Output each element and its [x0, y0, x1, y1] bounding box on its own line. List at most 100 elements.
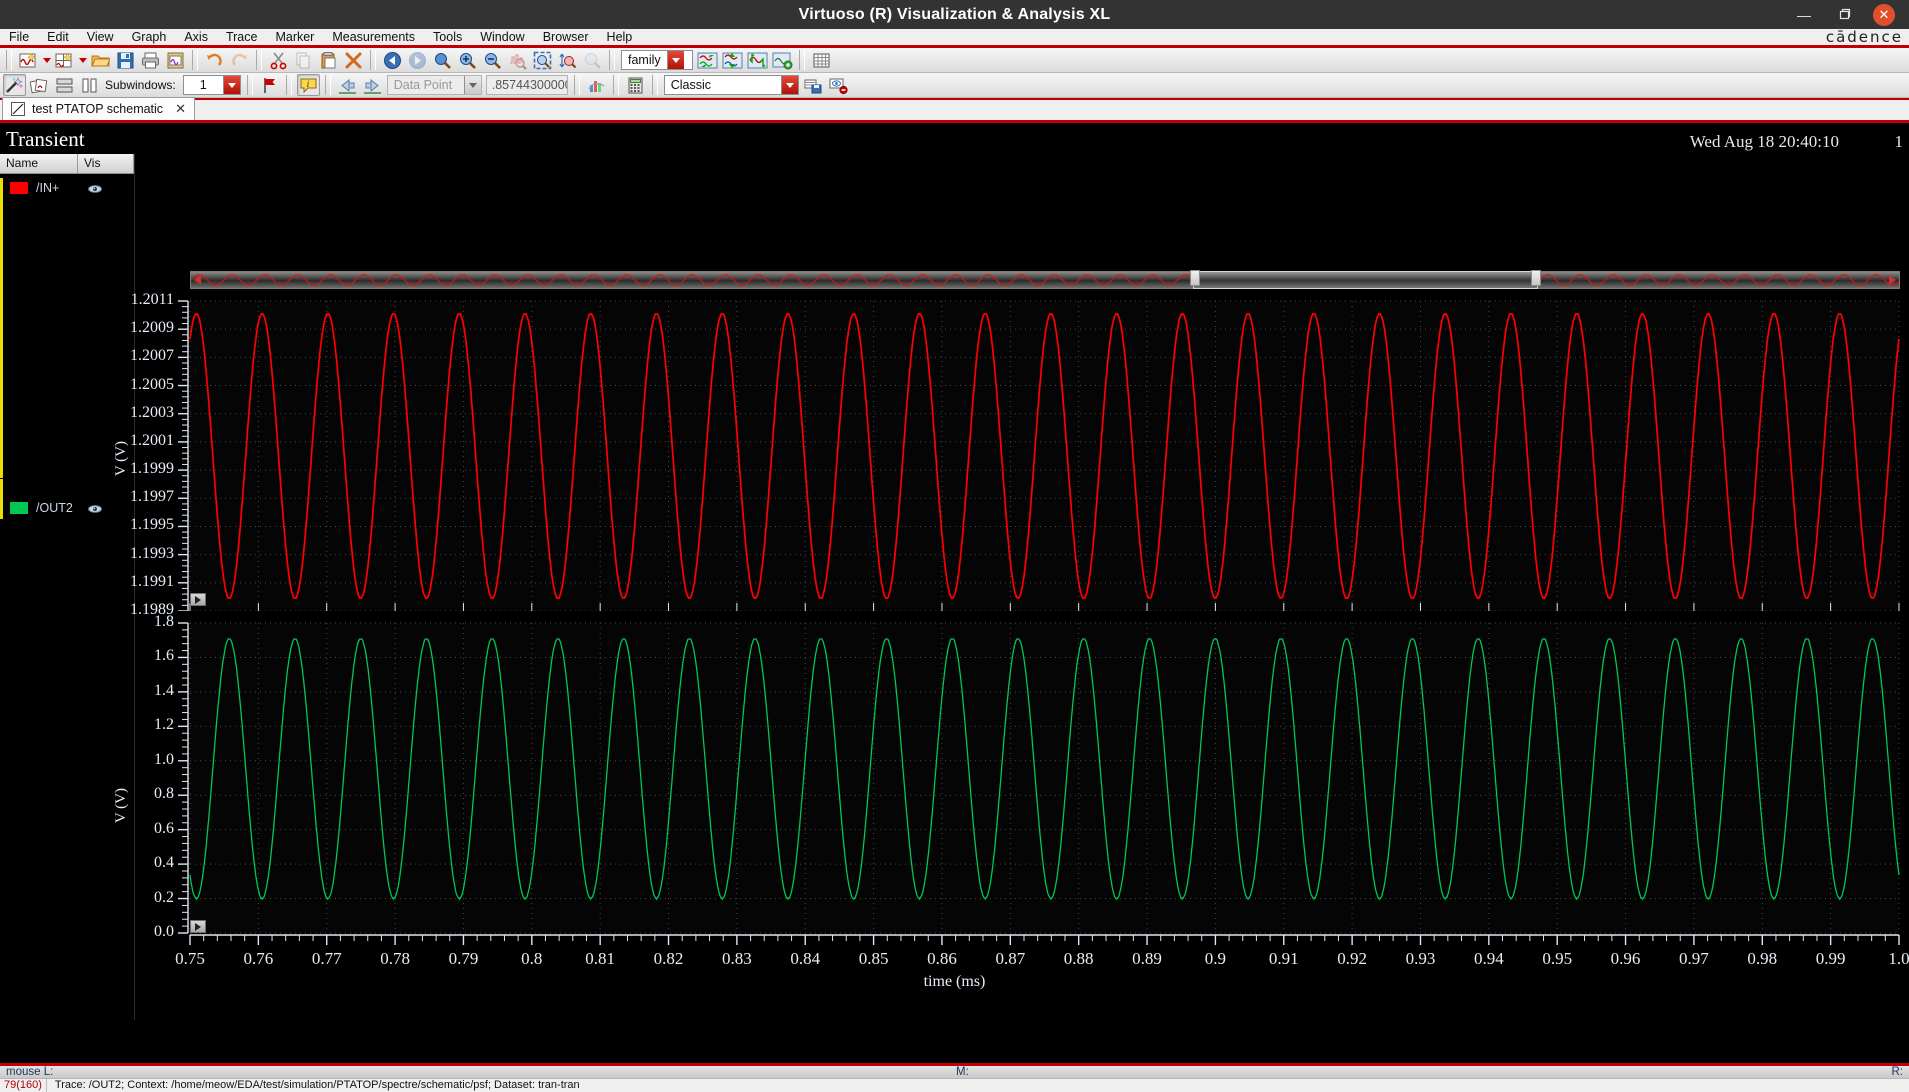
- mouse-middle-status: M:: [956, 1066, 969, 1078]
- horizontal-pan-strip[interactable]: [190, 269, 1900, 291]
- menu-edit[interactable]: Edit: [38, 28, 78, 47]
- ytick-label: 0.4: [154, 854, 174, 872]
- paste-icon[interactable]: [317, 49, 340, 71]
- menu-help[interactable]: Help: [598, 28, 642, 47]
- menu-trace[interactable]: Trace: [217, 28, 267, 47]
- toolbar-separator: [573, 75, 580, 95]
- grid-table-icon[interactable]: [810, 49, 833, 71]
- window-title: Virtuoso (R) Visualization & Analysis XL: [798, 5, 1111, 23]
- zoom-area-icon[interactable]: [531, 49, 554, 71]
- toolbar-separator: [651, 75, 658, 95]
- ytick-label: 1.2009: [130, 319, 174, 337]
- pan-grip-left[interactable]: [1190, 270, 1200, 286]
- toolbar-separator: [370, 50, 376, 70]
- toolbar-separator: [285, 75, 292, 95]
- pan-track[interactable]: [190, 271, 1900, 289]
- subwindows-arrow[interactable]: [222, 76, 240, 94]
- eye-icon[interactable]: [88, 183, 102, 193]
- save-view-icon[interactable]: [802, 74, 825, 96]
- chart-top-canvas[interactable]: [0, 291, 1909, 612]
- family-combo-arrow[interactable]: [666, 51, 684, 69]
- append-trace-icon[interactable]: [746, 49, 769, 71]
- pan-grip-right[interactable]: [1531, 270, 1541, 286]
- print-icon[interactable]: [139, 49, 162, 71]
- delete-icon[interactable]: [342, 49, 365, 71]
- pan-right-arrow-icon[interactable]: [1889, 275, 1896, 285]
- zoom-out-icon[interactable]: [481, 49, 504, 71]
- new-subwindow-dropdown-icon[interactable]: [77, 49, 88, 71]
- toggle-cards-icon[interactable]: [28, 74, 51, 96]
- split-traces-icon[interactable]: [721, 49, 744, 71]
- menu-browser[interactable]: Browser: [534, 28, 598, 47]
- chart-bottom[interactable]: V (V) 1.8 1.6 1.4 1.2 1.0 0.8 0.6 0.4 0.2 0.0 0.7…: [0, 613, 1909, 1020]
- chart-top[interactable]: V (V) 1.2011 1.2009 1.2007 1.2005 1.2003 1.20…: [0, 291, 1909, 618]
- new-graph-window-icon[interactable]: [17, 49, 40, 71]
- column-header-vis: Vis: [78, 154, 134, 173]
- new-graph-dropdown-icon[interactable]: [41, 49, 52, 71]
- subwindows-value: 1: [199, 78, 207, 92]
- datapoint-value-field[interactable]: .85744300000: [485, 75, 568, 95]
- cut-icon[interactable]: [267, 49, 290, 71]
- menu-measurements[interactable]: Measurements: [323, 28, 424, 47]
- plot-title: Transient: [6, 127, 85, 151]
- family-combo[interactable]: family: [621, 50, 693, 70]
- menu-tools[interactable]: Tools: [424, 28, 471, 47]
- toolbar-separator: [612, 75, 619, 95]
- hide-view-icon[interactable]: [827, 74, 850, 96]
- tab-test-ptatop-schematic[interactable]: test PTATOP schematic ✕: [2, 97, 195, 120]
- menu-graph[interactable]: Graph: [123, 28, 176, 47]
- maximize-icon[interactable]: [1833, 4, 1855, 26]
- ytick-label: 1.8: [154, 613, 174, 630]
- zoom-in-icon[interactable]: [456, 49, 479, 71]
- vertical-strips-icon[interactable]: [78, 74, 101, 96]
- open-icon[interactable]: [89, 49, 112, 71]
- zoom-fit-icon[interactable]: [431, 49, 454, 71]
- menu-view[interactable]: View: [78, 28, 123, 47]
- wizard-icon[interactable]: [3, 74, 26, 96]
- subwindows-label: Subwindows:: [105, 78, 176, 92]
- menu-window[interactable]: Window: [471, 28, 533, 47]
- zoom-reset-icon[interactable]: [581, 49, 604, 71]
- toolbar-secondary: Subwindows: 1 i Data Point .85744300000 …: [0, 73, 1909, 98]
- add-subwindow-icon[interactable]: [771, 49, 794, 71]
- pan-left-arrow-icon[interactable]: [194, 275, 201, 285]
- subwindows-spinner[interactable]: 1: [182, 75, 241, 95]
- marker-flag-icon[interactable]: [258, 74, 281, 96]
- histogram-icon[interactable]: [585, 74, 608, 96]
- close-icon[interactable]: ✕: [1873, 3, 1895, 26]
- chart-top-expander[interactable]: [190, 593, 206, 606]
- toolbar-separator: [609, 50, 615, 70]
- theme-combo[interactable]: Classic: [663, 75, 799, 95]
- forward-icon[interactable]: [406, 49, 429, 71]
- zoom-y-icon[interactable]: [556, 49, 579, 71]
- signal-row-in[interactable]: /IN+: [0, 176, 135, 200]
- datapoint-combo[interactable]: Data Point: [386, 75, 482, 95]
- ytick-label: 1.2007: [130, 347, 174, 365]
- menu-axis[interactable]: Axis: [175, 28, 217, 47]
- chart-bottom-expander[interactable]: [190, 920, 206, 933]
- redo-icon[interactable]: [228, 49, 251, 71]
- next-marker-icon[interactable]: [361, 74, 384, 96]
- copy-to-clipboard-icon[interactable]: [164, 49, 187, 71]
- calculator-icon[interactable]: [624, 74, 647, 96]
- pan-thumb[interactable]: [1193, 271, 1538, 289]
- zoom-vertical-icon[interactable]: [506, 49, 529, 71]
- minimize-icon[interactable]: —: [1793, 4, 1815, 26]
- swap-axes-icon[interactable]: [696, 49, 719, 71]
- back-icon[interactable]: [381, 49, 404, 71]
- horizontal-strips-icon[interactable]: [53, 74, 76, 96]
- undo-icon[interactable]: [203, 49, 226, 71]
- ytick-label: 1.2005: [130, 375, 174, 393]
- save-icon[interactable]: [114, 49, 137, 71]
- ytick-label: 0.0: [154, 923, 174, 940]
- theme-combo-arrow[interactable]: [780, 76, 798, 94]
- info-balloon-icon[interactable]: i: [296, 74, 320, 96]
- datapoint-combo-arrow[interactable]: [463, 76, 481, 94]
- ytick-label: 0.8: [154, 785, 174, 803]
- menu-file[interactable]: File: [0, 28, 38, 47]
- menu-marker[interactable]: Marker: [266, 28, 323, 47]
- new-subwindow-icon[interactable]: [53, 49, 76, 71]
- previous-marker-icon[interactable]: [336, 74, 359, 96]
- tab-close-icon[interactable]: ✕: [170, 101, 186, 117]
- copy-icon[interactable]: [292, 49, 315, 71]
